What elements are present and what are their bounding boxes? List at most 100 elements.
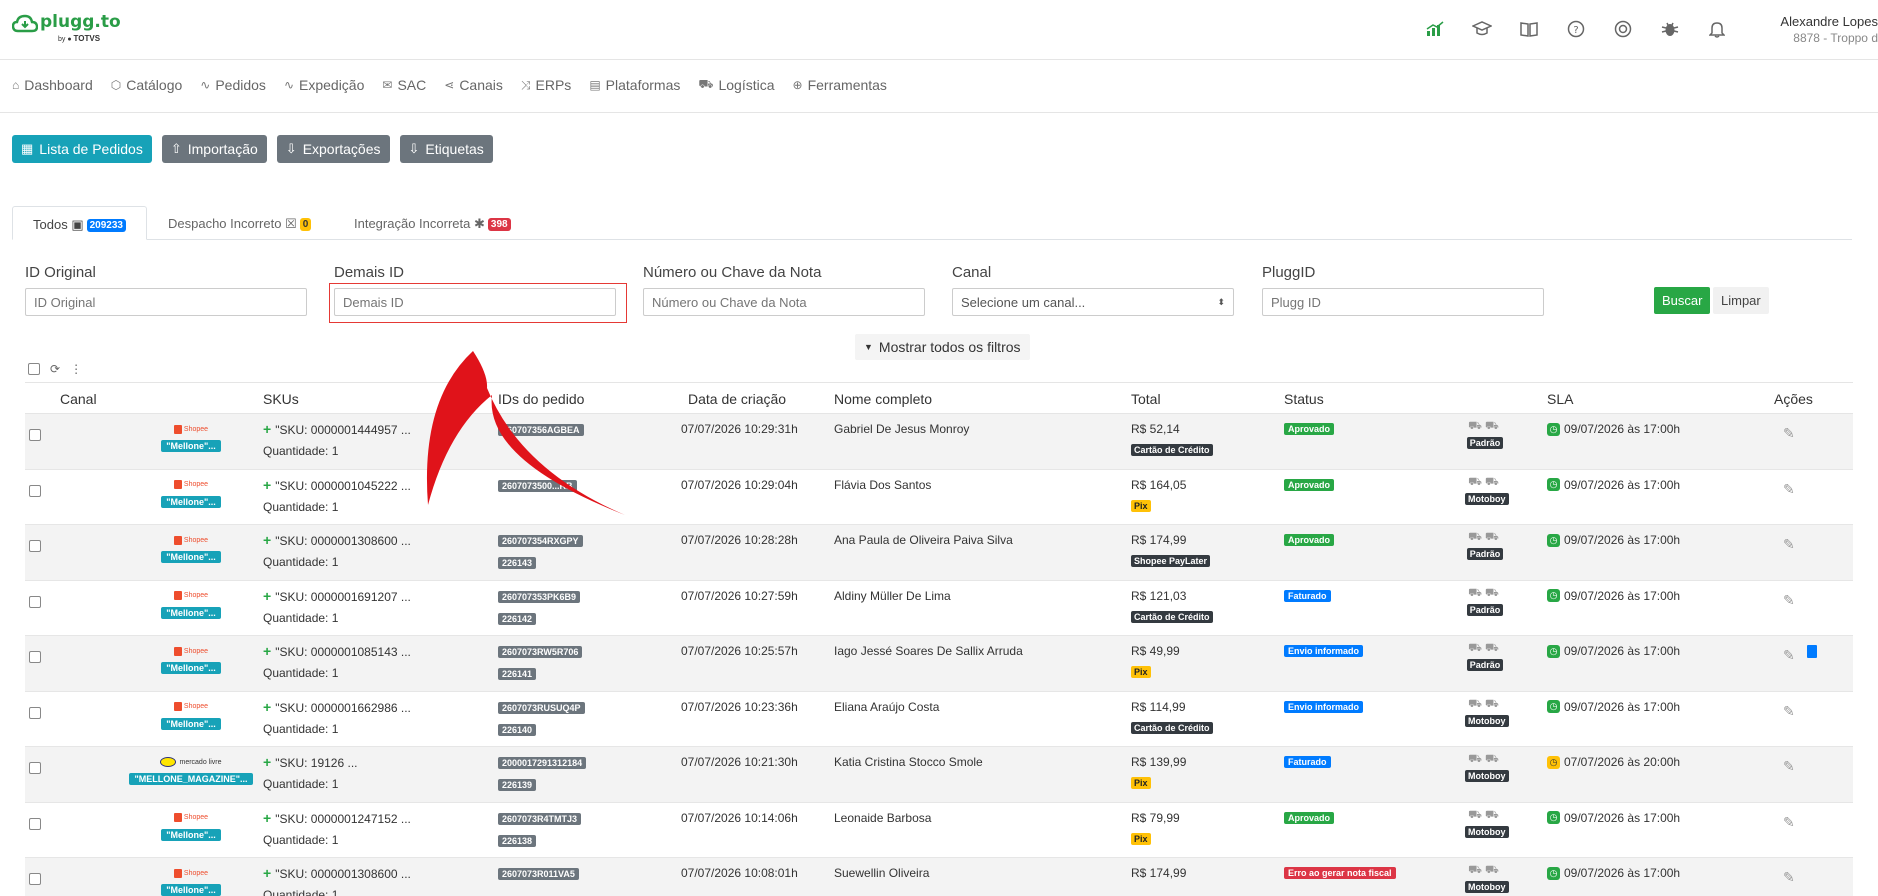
- limpar-button[interactable]: Limpar: [1713, 287, 1769, 314]
- edit-icon[interactable]: ✎: [1783, 481, 1795, 498]
- tab-integracao-incorreta[interactable]: Integração Incorreta ✱ 398: [334, 206, 531, 240]
- plus-icon[interactable]: +: [263, 754, 271, 770]
- tab-despacho-incorreto[interactable]: Despacho Incorreto ☒ 0: [148, 206, 331, 240]
- plus-icon[interactable]: +: [263, 421, 271, 437]
- button-label: Etiquetas: [425, 141, 484, 157]
- sku-cell[interactable]: + "SKU: 0000001444957 ...: [263, 421, 411, 437]
- support-icon[interactable]: [1612, 18, 1634, 40]
- filter-canal: Canal Selecione um canal... ⬍: [952, 264, 1234, 316]
- sla-cell: ◷ 09/07/2026 às 17:00h: [1547, 589, 1680, 603]
- plugg-logo[interactable]: plugg.to by ● TOTVS: [12, 12, 121, 46]
- table-row[interactable]: Shopee "Mellone"... + "SKU: 0000001662986 .…: [25, 692, 1853, 747]
- row-checkbox[interactable]: [29, 706, 41, 719]
- filter-pluggid: PluggID: [1262, 264, 1544, 316]
- payment-badge: Cartão de Crédito: [1131, 444, 1213, 456]
- table-row[interactable]: Shopee "Mellone"... + "SKU: 0000001247152 .…: [25, 803, 1853, 858]
- bell-icon[interactable]: [1706, 18, 1728, 40]
- row-checkbox[interactable]: [29, 429, 41, 441]
- nav-logistica[interactable]: ⛟ Logística: [698, 77, 774, 93]
- filter-id-original: ID Original: [25, 264, 307, 316]
- table-row[interactable]: Shopee "Mellone"... + "SKU: 0000001691207 .…: [25, 581, 1853, 636]
- plus-icon[interactable]: +: [263, 810, 271, 826]
- more-options-icon[interactable]: ⋮: [70, 362, 82, 376]
- plus-icon[interactable]: +: [263, 643, 271, 659]
- nota-input[interactable]: [643, 288, 925, 316]
- truck-icon: ⛟⛟: [1468, 475, 1502, 488]
- nav-plataformas[interactable]: ▤ Plataformas: [589, 77, 680, 93]
- mail-icon: ✉: [382, 78, 393, 92]
- row-checkbox[interactable]: [29, 484, 41, 497]
- edit-icon[interactable]: ✎: [1783, 814, 1795, 831]
- nav-dashboard[interactable]: ⌂ Dashboard: [12, 77, 93, 93]
- edit-icon[interactable]: ✎: [1783, 592, 1795, 609]
- nav-erps[interactable]: ⤨ ERPs: [521, 77, 571, 93]
- table-row[interactable]: Shopee "Mellone"... + "SKU: 0000001085143 .…: [25, 636, 1853, 692]
- sla-cell: ◷ 09/07/2026 às 17:00h: [1547, 422, 1680, 436]
- sku-cell[interactable]: + "SKU: 0000001308600 ...: [263, 532, 411, 548]
- bug-icon[interactable]: [1659, 18, 1681, 40]
- etiquetas-button[interactable]: ⇩ Etiquetas: [399, 135, 493, 163]
- mostrar-filtros-button[interactable]: ▼ Mostrar todos os filtros: [855, 334, 1030, 360]
- row-checkbox[interactable]: [29, 817, 41, 830]
- document-icon[interactable]: [1807, 645, 1817, 658]
- shipping-cell: ⛟⛟ Motoboy: [1465, 809, 1509, 838]
- sku-cell[interactable]: + "SKU: 19126 ...: [263, 754, 358, 770]
- refresh-icon[interactable]: ⟳: [50, 362, 60, 376]
- user-menu[interactable]: Alexandre Lopes 8878 - Troppo d: [1778, 14, 1878, 45]
- status-badge: Faturado: [1284, 589, 1331, 602]
- shopee-logo: Shopee: [123, 811, 259, 825]
- plus-icon[interactable]: +: [263, 477, 271, 493]
- table-row[interactable]: Shopee "Mellone"... + "SKU: 0000001308600 .…: [25, 525, 1853, 581]
- plus-icon[interactable]: +: [263, 588, 271, 604]
- edit-icon[interactable]: ✎: [1783, 703, 1795, 720]
- select-all-checkbox[interactable]: [28, 363, 40, 375]
- sku-cell[interactable]: + "SKU: 0000001308600 ...: [263, 865, 411, 881]
- importacao-button[interactable]: ⇧ Importação: [161, 135, 267, 163]
- help-icon[interactable]: ?: [1565, 18, 1587, 40]
- chart-icon[interactable]: [1424, 18, 1446, 40]
- lista-pedidos-button[interactable]: ▦ Lista de Pedidos: [12, 135, 152, 163]
- edit-icon[interactable]: ✎: [1783, 425, 1795, 442]
- table-row[interactable]: mercado livre "MELLONE_MAGAZINE"... + "SKU:…: [25, 747, 1853, 803]
- edit-icon[interactable]: ✎: [1783, 536, 1795, 553]
- plus-icon[interactable]: +: [263, 532, 271, 548]
- table-row[interactable]: Shopee "Mellone"... + "SKU: 0000001308600 .…: [25, 858, 1853, 896]
- nav-sac[interactable]: ✉ SAC: [382, 77, 426, 93]
- user-name: Alexandre Lopes: [1780, 14, 1878, 29]
- edit-icon[interactable]: ✎: [1783, 869, 1795, 886]
- plus-icon[interactable]: +: [263, 865, 271, 881]
- id-original-input[interactable]: [25, 288, 307, 316]
- caret-down-icon: ▼: [864, 342, 873, 352]
- exportacoes-button[interactable]: ⇩ Exportações: [276, 135, 390, 163]
- edit-icon[interactable]: ✎: [1783, 758, 1795, 775]
- status-badge: Erro ao gerar nota fiscal: [1284, 867, 1396, 879]
- row-checkbox[interactable]: [29, 540, 41, 552]
- table-row[interactable]: Shopee "Mellone"... + "SKU: 0000001045222 .…: [25, 470, 1853, 525]
- plus-icon[interactable]: +: [263, 699, 271, 715]
- edit-icon[interactable]: ✎: [1783, 647, 1795, 664]
- nav-pedidos[interactable]: ∿ Pedidos: [200, 77, 266, 93]
- table-row[interactable]: Shopee "Mellone"... + "SKU: 0000001444957 .…: [25, 414, 1853, 470]
- sku-cell[interactable]: + "SKU: 0000001691207 ...: [263, 588, 411, 604]
- nav-canais[interactable]: ⋖ Canais: [444, 77, 503, 93]
- canal-select[interactable]: Selecione um canal... ⬍: [952, 288, 1234, 316]
- row-checkbox[interactable]: [29, 873, 41, 885]
- book-icon[interactable]: [1518, 18, 1540, 40]
- sku-cell[interactable]: + "SKU: 0000001085143 ...: [263, 643, 411, 659]
- nav-ferramentas[interactable]: ⊕ Ferramentas: [793, 77, 887, 93]
- store-badge: "Mellone"...: [161, 440, 221, 452]
- graduation-cap-icon[interactable]: [1471, 18, 1493, 40]
- row-checkbox[interactable]: [29, 595, 41, 608]
- nav-expedicao[interactable]: ∿ Expedição: [284, 77, 364, 93]
- nav-catalogo[interactable]: ⬡ Catálogo: [111, 77, 183, 93]
- sku-cell[interactable]: + "SKU: 0000001247152 ...: [263, 810, 411, 826]
- sku-cell[interactable]: + "SKU: 0000001662986 ...: [263, 699, 411, 715]
- order-total: R$ 49,99: [1131, 644, 1180, 658]
- pluggid-input[interactable]: [1262, 288, 1544, 316]
- tab-todos[interactable]: Todos ▣ 209233: [12, 206, 147, 240]
- buscar-button[interactable]: Buscar: [1654, 287, 1711, 314]
- row-checkbox[interactable]: [29, 762, 41, 774]
- sku-cell[interactable]: + "SKU: 0000001045222 ...: [263, 477, 411, 493]
- row-checkbox[interactable]: [29, 651, 41, 663]
- payment-badge: Cartão de Crédito: [1131, 721, 1213, 734]
